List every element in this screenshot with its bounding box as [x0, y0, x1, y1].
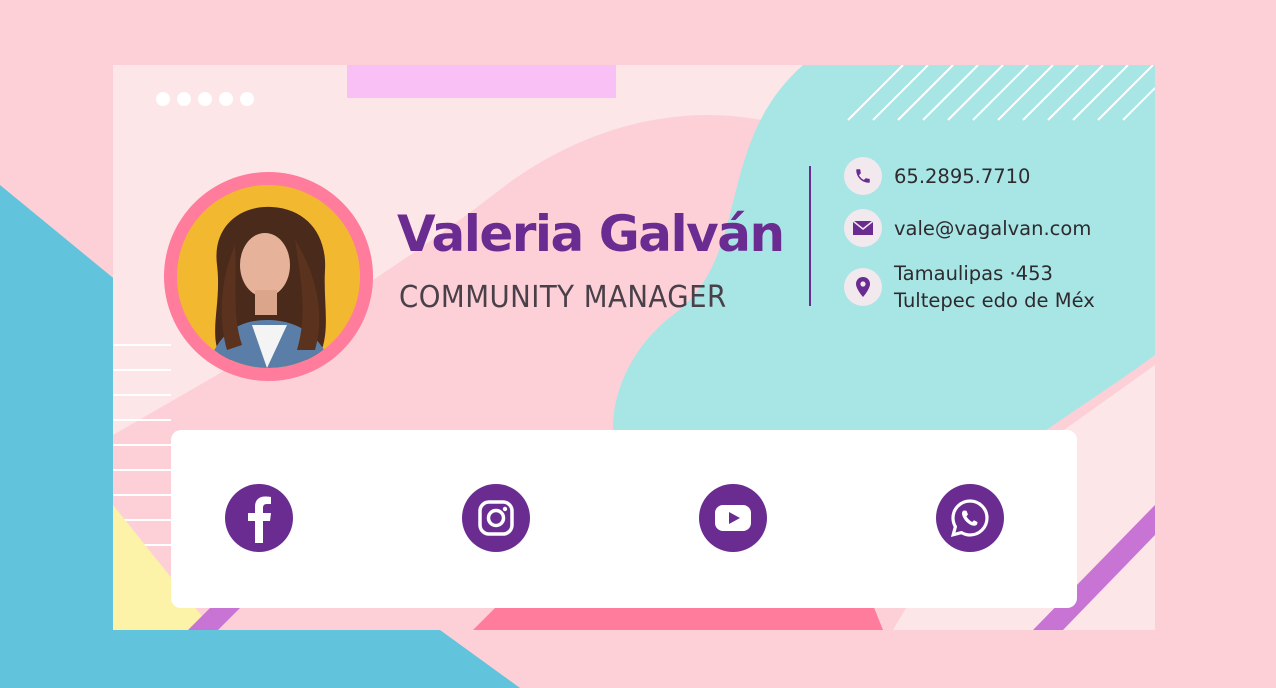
window-dots	[156, 92, 254, 106]
avatar	[164, 172, 373, 381]
envelope-icon	[844, 209, 882, 247]
address-line-2: Tultepec edo de Méx	[894, 289, 1095, 312]
address-line-1: Tamaulipas ·453	[894, 262, 1053, 285]
person-role: COMMUNITY MANAGER	[399, 280, 727, 315]
instagram-icon[interactable]	[462, 484, 530, 552]
dot	[156, 92, 170, 106]
phone-number: 65.2895.7710	[894, 164, 1031, 188]
portrait-photo	[177, 185, 360, 368]
phone-icon	[844, 157, 882, 195]
contact-phone[interactable]: 65.2895.7710	[844, 157, 1030, 195]
dot	[219, 92, 233, 106]
social-panel	[171, 430, 1077, 608]
address: Tamaulipas ·453 Tultepec edo de Méx	[894, 260, 1095, 314]
facebook-icon[interactable]	[225, 484, 293, 552]
contact-address: Tamaulipas ·453 Tultepec edo de Méx	[844, 260, 1095, 314]
location-pin-icon	[844, 268, 882, 306]
email-address: vale@vagalvan.com	[894, 216, 1092, 240]
youtube-icon[interactable]	[699, 484, 767, 552]
dot	[240, 92, 254, 106]
signature-card: Valeria Galván COMMUNITY MANAGER 65.2895…	[113, 65, 1155, 630]
dot	[198, 92, 212, 106]
person-name: Valeria Galván	[397, 205, 785, 263]
whatsapp-icon[interactable]	[936, 484, 1004, 552]
dot	[177, 92, 191, 106]
divider	[809, 166, 811, 306]
contact-email[interactable]: vale@vagalvan.com	[844, 209, 1091, 247]
